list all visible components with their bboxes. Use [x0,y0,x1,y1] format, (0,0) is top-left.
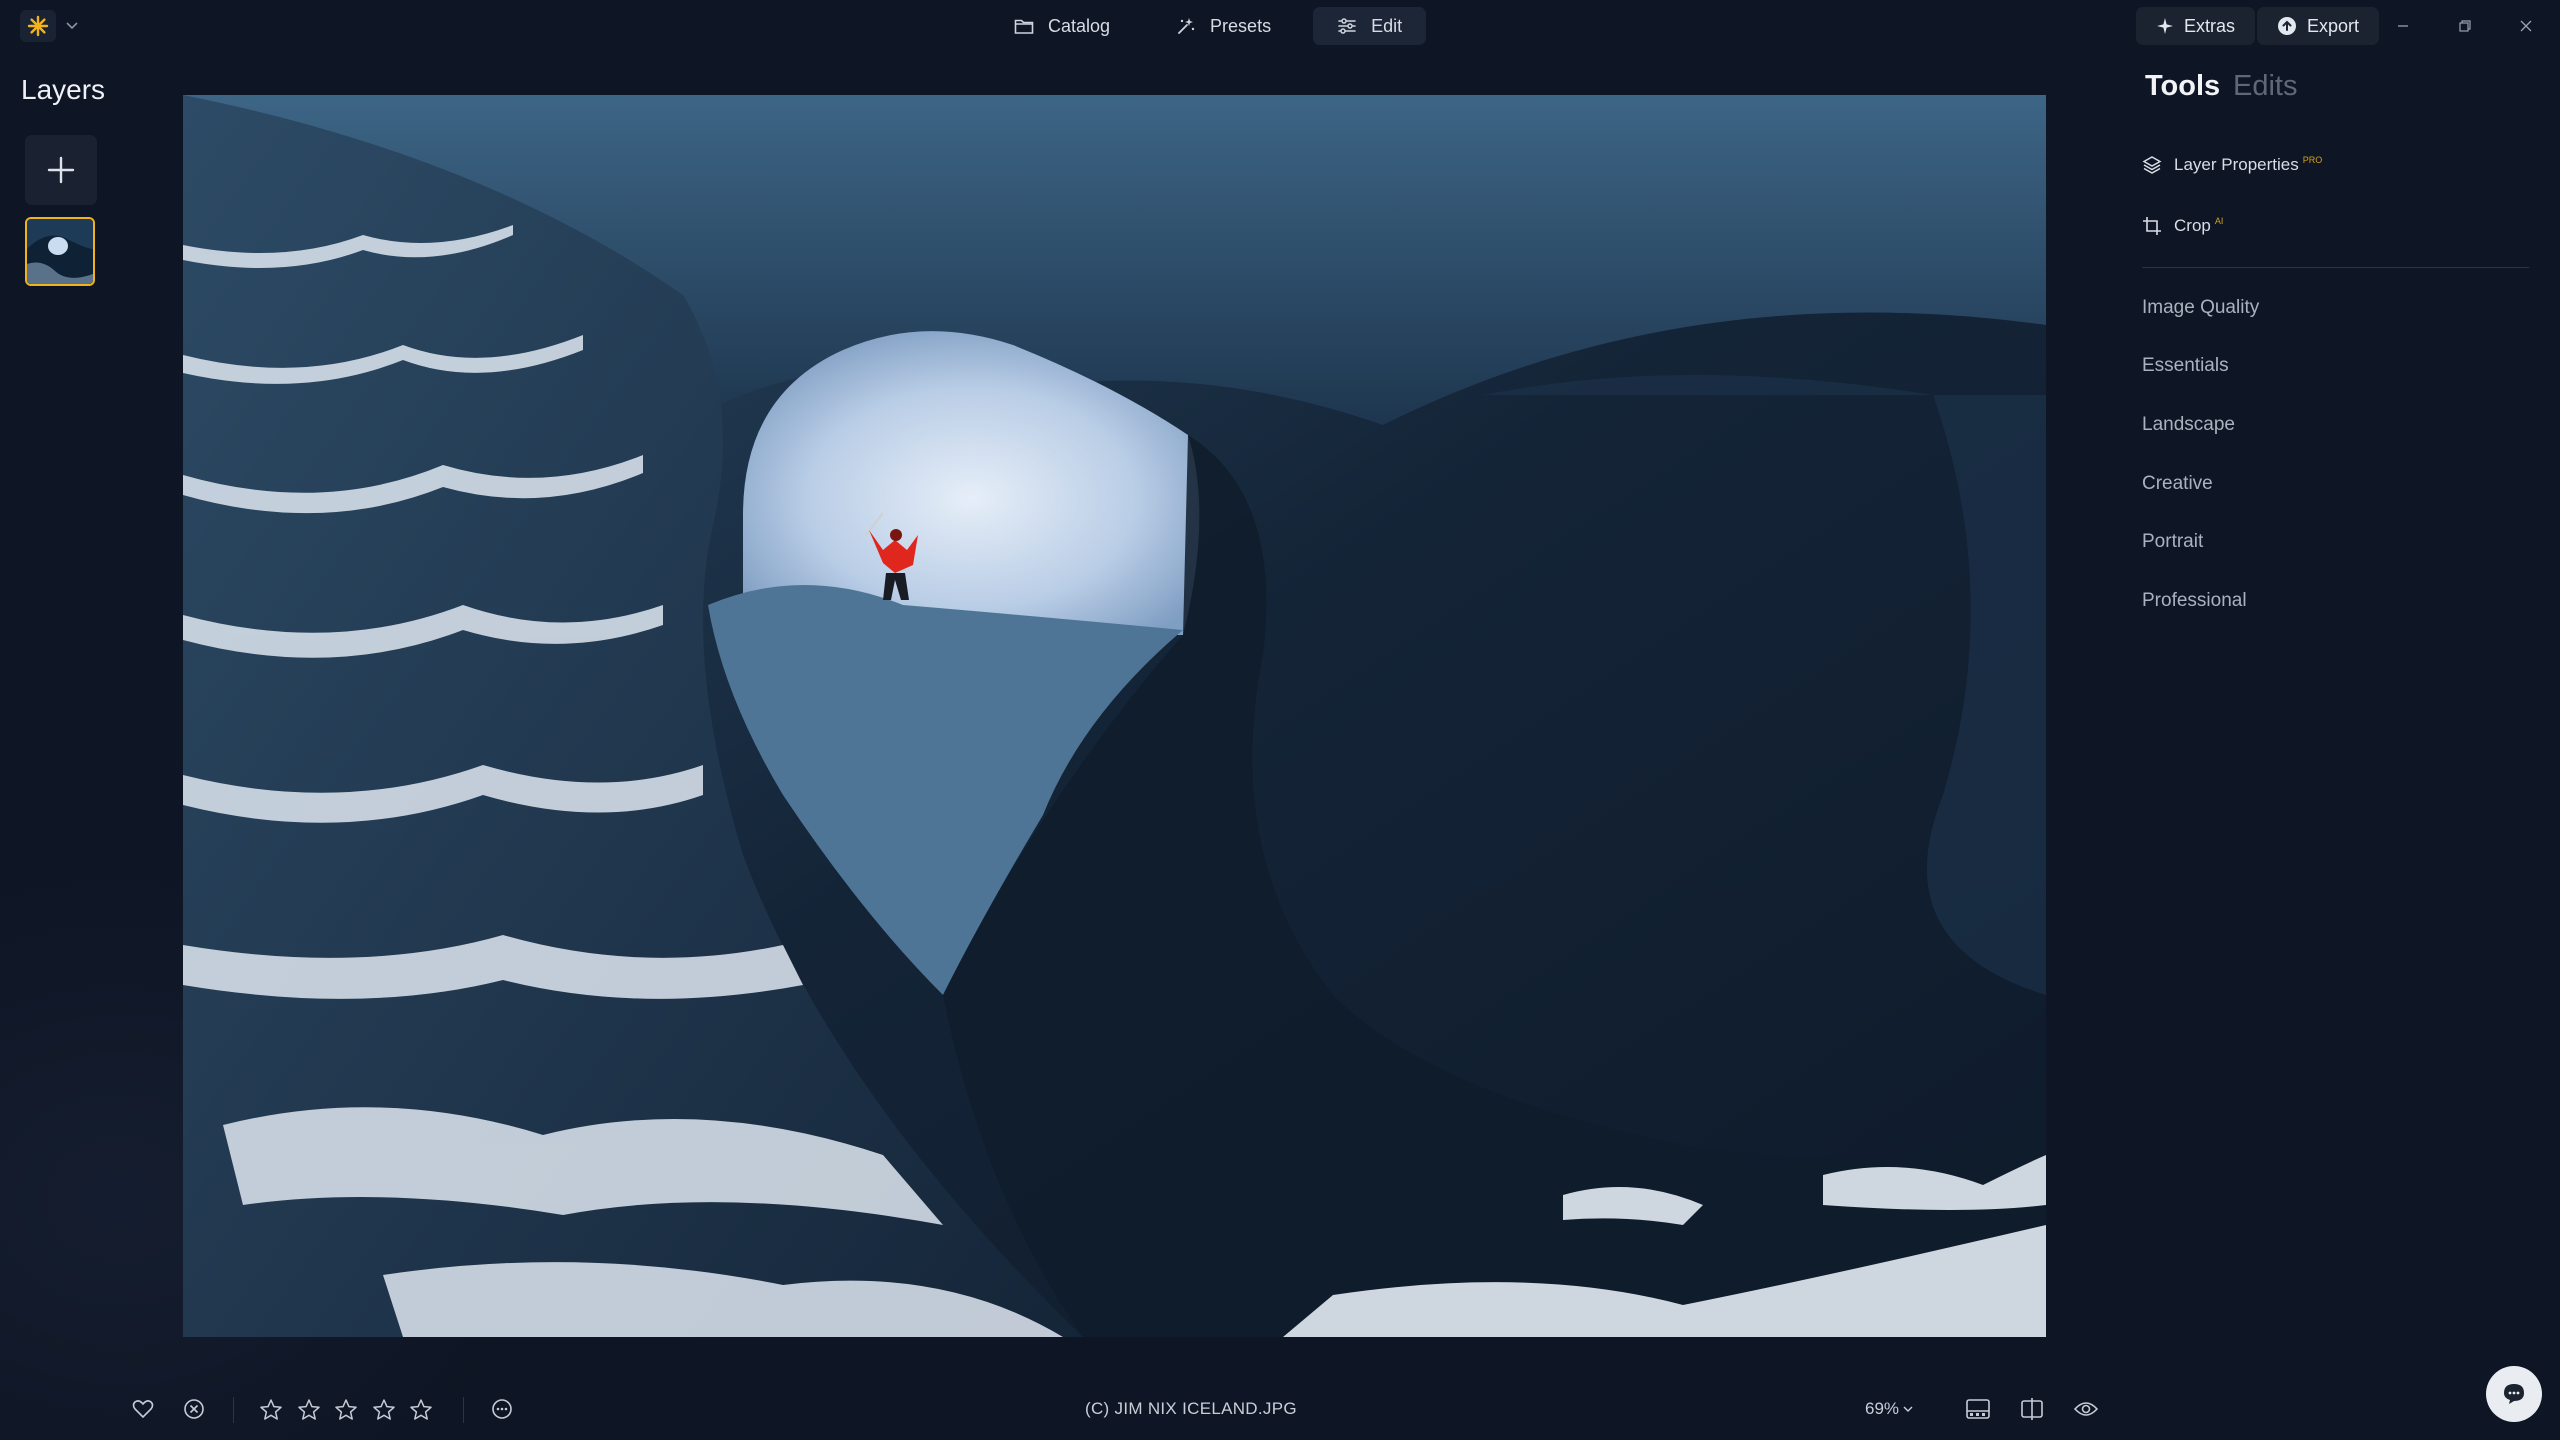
bottom-separator [463,1397,464,1423]
star-icon [410,1398,432,1420]
extras-button[interactable]: Extras [2136,7,2256,45]
app-menu-chevron-icon[interactable] [62,14,82,38]
category-landscape[interactable]: Landscape [2142,414,2235,436]
top-bar: Catalog Presets Edit Extras Export [0,0,2560,52]
restore-button[interactable] [2451,13,2479,39]
minimize-icon [2398,25,2408,27]
star-icon [260,1398,282,1420]
nav-edit[interactable]: Edit [1313,7,1427,45]
layers-icon [2142,156,2162,174]
more-options-button[interactable] [487,1394,517,1424]
star-icon [372,1398,395,1420]
close-button[interactable] [2512,13,2540,39]
layer-thumbnail-image [27,219,93,284]
more-circle-icon [492,1399,512,1419]
feedback-chat-button[interactable] [2486,1366,2542,1422]
heart-icon [132,1400,154,1419]
tab-tools[interactable]: Tools [2145,70,2220,103]
zoom-value: 69% [1865,1399,1900,1418]
favorite-button[interactable] [128,1394,158,1424]
star-icon [335,1398,357,1420]
nav-catalog[interactable]: Catalog [990,7,1134,45]
chat-bubble-icon [2504,1384,2524,1404]
crop-label: Crop [2174,216,2211,235]
crop-icon [2143,217,2161,235]
tool-crop[interactable]: Crop AI [2142,209,2223,243]
tab-edits[interactable]: Edits [2233,70,2297,103]
compare-split-icon [2021,1398,2043,1420]
layers-title: Layers [21,74,106,105]
export-icon [2278,17,2296,35]
eye-icon [2073,1402,2099,1416]
category-creative[interactable]: Creative [2142,473,2213,495]
star-4-button[interactable] [369,1394,399,1424]
nav-edit-label: Edit [1371,15,1403,36]
layer-properties-label: Layer Properties [2174,155,2299,174]
export-label: Export [2307,15,2360,36]
close-icon [2520,20,2532,32]
nav-presets-label: Presets [1210,15,1272,36]
star-5-button[interactable] [406,1394,436,1424]
ai-badge: AI [2214,216,2224,226]
sliders-icon [1338,18,1356,34]
star-3-button[interactable] [331,1394,361,1424]
extras-label: Extras [2184,15,2236,36]
filmstrip-toggle-button[interactable] [1963,1394,1993,1424]
presets-sparkle-icon [1178,18,1195,34]
tool-layer-properties[interactable]: Layer Properties PRO [2142,148,2322,182]
main-nav: Catalog Presets Edit [990,7,1427,45]
star-icon [297,1398,320,1420]
star-1-button[interactable] [256,1394,286,1424]
bottom-separator [233,1397,234,1423]
nav-catalog-label: Catalog [1048,15,1111,36]
category-image-quality[interactable]: Image Quality [2142,297,2259,319]
restore-icon [2459,20,2471,32]
zoom-dropdown[interactable]: 69% [1865,1399,1913,1419]
reject-button[interactable] [179,1394,209,1424]
chevron-down-icon [1903,1406,1913,1412]
category-essentials[interactable]: Essentials [2142,355,2229,377]
preview-button[interactable] [2071,1394,2101,1424]
app-logo-button[interactable] [20,10,56,42]
filmstrip-icon [1966,1399,1990,1419]
folder-icon [1014,19,1034,34]
panel-divider [2142,267,2529,268]
sparkle-icon [2157,18,2173,34]
category-professional[interactable]: Professional [2142,590,2247,612]
sun-logo-icon [27,15,49,37]
minimize-button[interactable] [2389,13,2417,39]
nav-presets[interactable]: Presets [1152,7,1295,45]
plus-icon [47,156,75,184]
file-name: (C) JIM NIX ICELAND.JPG [1085,1399,1297,1418]
add-layer-button[interactable] [25,135,97,205]
category-portrait[interactable]: Portrait [2142,531,2203,553]
photo-canvas[interactable] [183,95,2046,1337]
pro-badge: PRO [2302,155,2323,165]
ice-cave-photo [183,95,2046,1337]
reject-circle-icon [184,1399,204,1419]
star-2-button[interactable] [294,1394,324,1424]
compare-button[interactable] [2017,1394,2047,1424]
layer-thumbnail[interactable] [25,217,95,286]
export-button[interactable]: Export [2257,7,2380,45]
